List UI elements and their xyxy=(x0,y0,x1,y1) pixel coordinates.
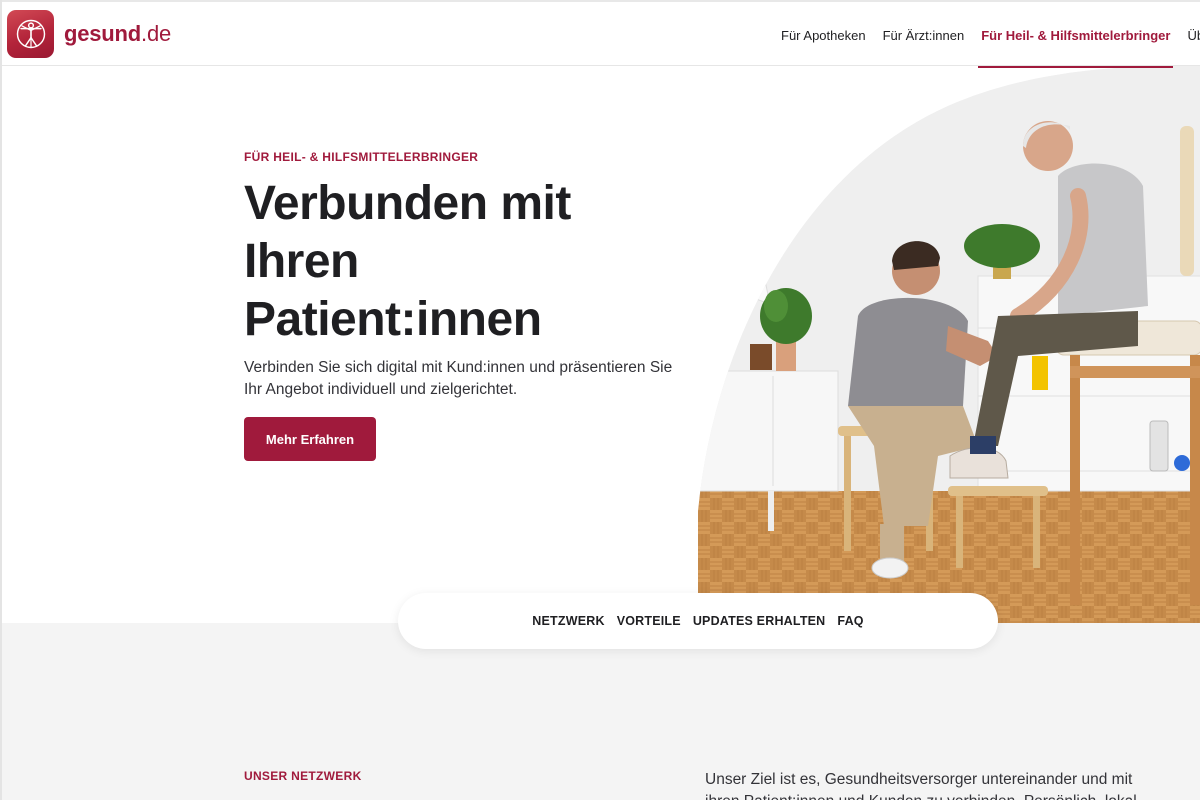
mehr-erfahren-button[interactable]: Mehr Erfahren xyxy=(244,417,376,461)
vitruvian-man-icon xyxy=(16,19,45,49)
network-section: UNSER NETZWERK Unser Ziel ist es, Gesund… xyxy=(2,623,1200,800)
subnav-item-faq[interactable]: FAQ xyxy=(837,614,863,628)
hero-text: FÜR HEIL- & HILFSMITTELERBRINGER Verbund… xyxy=(244,150,684,461)
nav-item-aerzte[interactable]: Für Ärzt:innen xyxy=(880,2,968,68)
hero-photo xyxy=(698,66,1200,623)
site-header: gesund.de Für Apotheken Für Ärzt:innen F… xyxy=(2,0,1200,68)
hero-eyebrow: FÜR HEIL- & HILFSMITTELERBRINGER xyxy=(244,150,479,164)
hero-title-line2: Ihren xyxy=(244,235,359,288)
nav-item-heilmittelerbringer[interactable]: Für Heil- & Hilfsmittelerbringer xyxy=(978,2,1174,68)
logo-wordmark[interactable]: gesund.de xyxy=(64,21,171,47)
main-nav: Für Apotheken Für Ärzt:innen Für Heil- &… xyxy=(778,2,1200,68)
subnav-item-updates[interactable]: UPDATES ERHALTEN xyxy=(693,614,826,628)
logo-tld: .de xyxy=(141,21,172,46)
page: gesund.de Für Apotheken Für Ärzt:innen F… xyxy=(0,0,1200,800)
hero-section: FÜR HEIL- & HILFSMITTELERBRINGER Verbund… xyxy=(2,66,1200,623)
network-body-text: Unser Ziel ist es, Gesundheitsversorger … xyxy=(705,771,1137,800)
network-eyebrow: UNSER NETZWERK xyxy=(244,769,362,783)
logo-name: gesund xyxy=(64,21,142,46)
section-subnav: NETZWERK VORTEILE UPDATES ERHALTEN FAQ xyxy=(398,593,998,649)
subnav-item-vorteile[interactable]: VORTEILE xyxy=(617,614,681,628)
hero-subtitle: Verbinden Sie sich digital mit Kund:inne… xyxy=(244,359,673,398)
nav-item-ueber-uns[interactable]: Über un xyxy=(1184,2,1200,68)
subnav-item-netzwerk[interactable]: NETZWERK xyxy=(532,614,604,628)
physiotherapy-scene-image xyxy=(698,66,1200,623)
hero-title-line1: Verbunden mit xyxy=(244,177,571,230)
nav-item-apotheken[interactable]: Für Apotheken xyxy=(778,2,869,68)
hero-title-line3: Patient:innen xyxy=(244,293,542,346)
hero-title: Verbunden mit Ihren Patient:innen xyxy=(244,175,684,349)
logo-icon[interactable] xyxy=(7,10,54,58)
